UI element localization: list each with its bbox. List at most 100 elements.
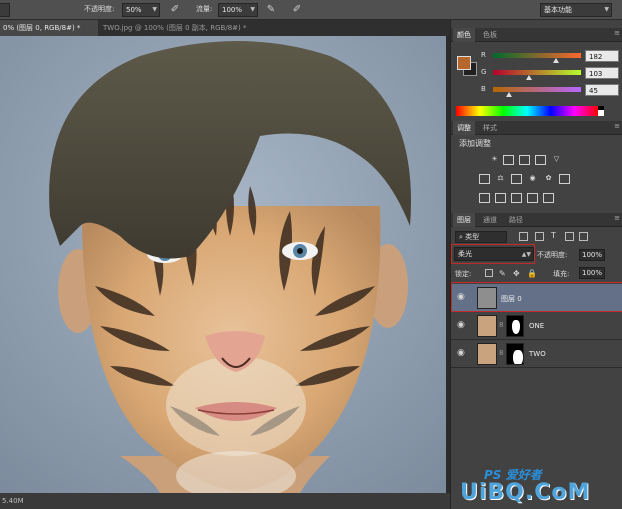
exposure-icon[interactable] — [535, 155, 546, 165]
blue-value[interactable]: 45 — [585, 84, 619, 96]
green-thumb[interactable] — [526, 75, 532, 80]
layer-filter-dropdown[interactable]: ⌕ 类型 — [455, 231, 507, 243]
panel-menu-icon[interactable]: ≡ — [614, 122, 620, 130]
adjustments-panel-tabs: 调整 样式 ≡ — [451, 121, 622, 135]
tab-color[interactable]: 颜色 — [453, 28, 475, 42]
tab-swatches[interactable]: 色板 — [479, 28, 501, 42]
doc-size: 5.40M — [2, 497, 24, 505]
green-value[interactable]: 103 — [585, 67, 619, 79]
tab-adjustments[interactable]: 调整 — [453, 121, 475, 135]
tab-channels[interactable]: 通道 — [479, 213, 501, 227]
tab-document-one[interactable]: 0% (图层 0, RGB/8#) * — [0, 20, 98, 36]
opacity-value: 50% — [126, 6, 142, 14]
opacity-label: 不透明度: — [84, 5, 115, 13]
status-bar: 5.40M — [0, 493, 450, 509]
chevron-down-icon: ▼ — [604, 6, 609, 13]
lock-image-icon[interactable]: ✎ — [499, 269, 507, 278]
red-track[interactable] — [493, 53, 581, 58]
brightness-icon[interactable]: ☀ — [489, 155, 500, 165]
add-adjustment-title: 添加调整 — [459, 139, 491, 148]
lock-position-icon[interactable]: ✥ — [513, 269, 521, 278]
layer-name[interactable]: TWO — [529, 350, 546, 358]
red-label: R — [481, 51, 486, 59]
panel-menu-icon[interactable]: ≡ — [614, 29, 620, 37]
flow-dropdown[interactable]: 100% ▼ — [218, 3, 258, 17]
levels-icon[interactable] — [503, 155, 514, 165]
airbrush-icon[interactable]: ✎ — [264, 3, 278, 17]
green-track[interactable] — [493, 70, 581, 75]
lock-transparent-icon[interactable] — [485, 269, 493, 277]
fill-input[interactable]: 100% — [579, 267, 605, 279]
layer-mask-thumbnail[interactable] — [506, 315, 524, 337]
watermark-site-text: UiBQ.CoM — [460, 480, 591, 505]
tab-document-two[interactable]: TWO.jpg @ 100% (图层 0 副本, RGB/8#) * — [100, 20, 280, 36]
black-white-icon[interactable] — [511, 174, 522, 184]
green-label: G — [481, 68, 487, 76]
panel-menu-icon[interactable]: ≡ — [614, 214, 620, 222]
color-balance-icon[interactable]: ⚖ — [495, 174, 506, 184]
options-bar: 不透明度: 50% ▼ ✐ 流量: 100% ▼ ✎ ✐ 基本功能 ▼ — [0, 0, 622, 20]
red-value[interactable]: 182 — [585, 50, 619, 62]
blue-thumb[interactable] — [506, 92, 512, 97]
tab-paths[interactable]: 路径 — [505, 213, 527, 227]
filter-type-label: 类型 — [465, 233, 480, 241]
layer-opacity-input[interactable]: 100% — [579, 249, 605, 261]
pressure-size-icon[interactable]: ✐ — [290, 3, 304, 17]
pressure-opacity-icon[interactable]: ✐ — [168, 3, 182, 17]
layer-name[interactable]: ONE — [529, 322, 544, 330]
brush-preset-dropdown[interactable] — [0, 3, 10, 17]
highlight-box-selected-layer — [451, 282, 622, 312]
color-spectrum[interactable] — [456, 106, 598, 116]
layer-thumbnail — [477, 343, 497, 365]
eye-icon[interactable]: ◉ — [457, 320, 465, 330]
blue-slider[interactable]: B 45 — [481, 84, 621, 98]
opacity-dropdown[interactable]: 50% ▼ — [122, 3, 160, 17]
workspace-dropdown[interactable]: 基本功能 ▼ — [540, 3, 612, 17]
tab-styles[interactable]: 样式 — [479, 121, 501, 135]
hue-saturation-icon[interactable] — [479, 174, 490, 184]
filter-smart-object-icon[interactable] — [579, 232, 588, 241]
flow-label: 流量: — [196, 5, 213, 13]
vibrance-icon[interactable]: ▽ — [551, 155, 562, 165]
eye-icon[interactable]: ◉ — [457, 348, 465, 358]
color-panel-tabs: 颜色 色板 ≡ — [451, 28, 622, 42]
chevron-down-icon: ▼ — [250, 6, 255, 13]
color-lookup-icon[interactable] — [559, 174, 570, 184]
link-icon[interactable]: 8 — [499, 349, 503, 357]
foreground-color-swatch[interactable] — [457, 56, 471, 70]
threshold-icon[interactable] — [511, 193, 522, 203]
posterize-icon[interactable] — [495, 193, 506, 203]
red-slider[interactable]: R 182 — [481, 50, 621, 64]
layer-mask-thumbnail[interactable] — [506, 343, 524, 365]
curves-icon[interactable] — [519, 155, 530, 165]
document-tabs: 0% (图层 0, RGB/8#) * TWO.jpg @ 100% (图层 0… — [0, 20, 450, 36]
workspace-label: 基本功能 — [544, 6, 572, 14]
flow-value: 100% — [222, 6, 243, 14]
gradient-map-icon[interactable] — [527, 193, 538, 203]
filter-shape-icon[interactable] — [565, 232, 574, 241]
photo-filter-icon[interactable]: ◉ — [527, 174, 538, 184]
tab-layers[interactable]: 图层 — [453, 213, 475, 227]
filter-adjustment-icon[interactable] — [535, 232, 544, 241]
layer-opacity-label: 不透明度: — [537, 251, 568, 259]
green-slider[interactable]: G 103 — [481, 67, 621, 81]
document-canvas[interactable] — [0, 36, 446, 493]
tiger-face-artwork — [0, 36, 446, 493]
highlight-box-blend-mode — [451, 244, 535, 264]
layer-thumbnail — [477, 315, 497, 337]
channel-mixer-icon[interactable]: ✿ — [543, 174, 554, 184]
red-thumb[interactable] — [553, 58, 559, 63]
layer-row[interactable]: ◉ 8 ONE — [451, 312, 622, 340]
lock-all-icon[interactable]: 🔒 — [527, 269, 537, 278]
filter-type-icon[interactable]: T — [551, 232, 560, 241]
link-icon[interactable]: 8 — [499, 321, 503, 329]
fill-label: 填充: — [553, 270, 570, 278]
selective-color-icon[interactable] — [543, 193, 554, 203]
invert-icon[interactable] — [479, 193, 490, 203]
layers-panel-tabs: 图层 通道 路径 ≡ — [451, 213, 622, 227]
black-swatch[interactable] — [598, 106, 604, 110]
chevron-down-icon: ▼ — [152, 6, 157, 13]
layer-row[interactable]: ◉ 8 TWO — [451, 340, 622, 368]
lock-label: 锁定: — [455, 270, 472, 278]
filter-pixel-icon[interactable] — [519, 232, 528, 241]
